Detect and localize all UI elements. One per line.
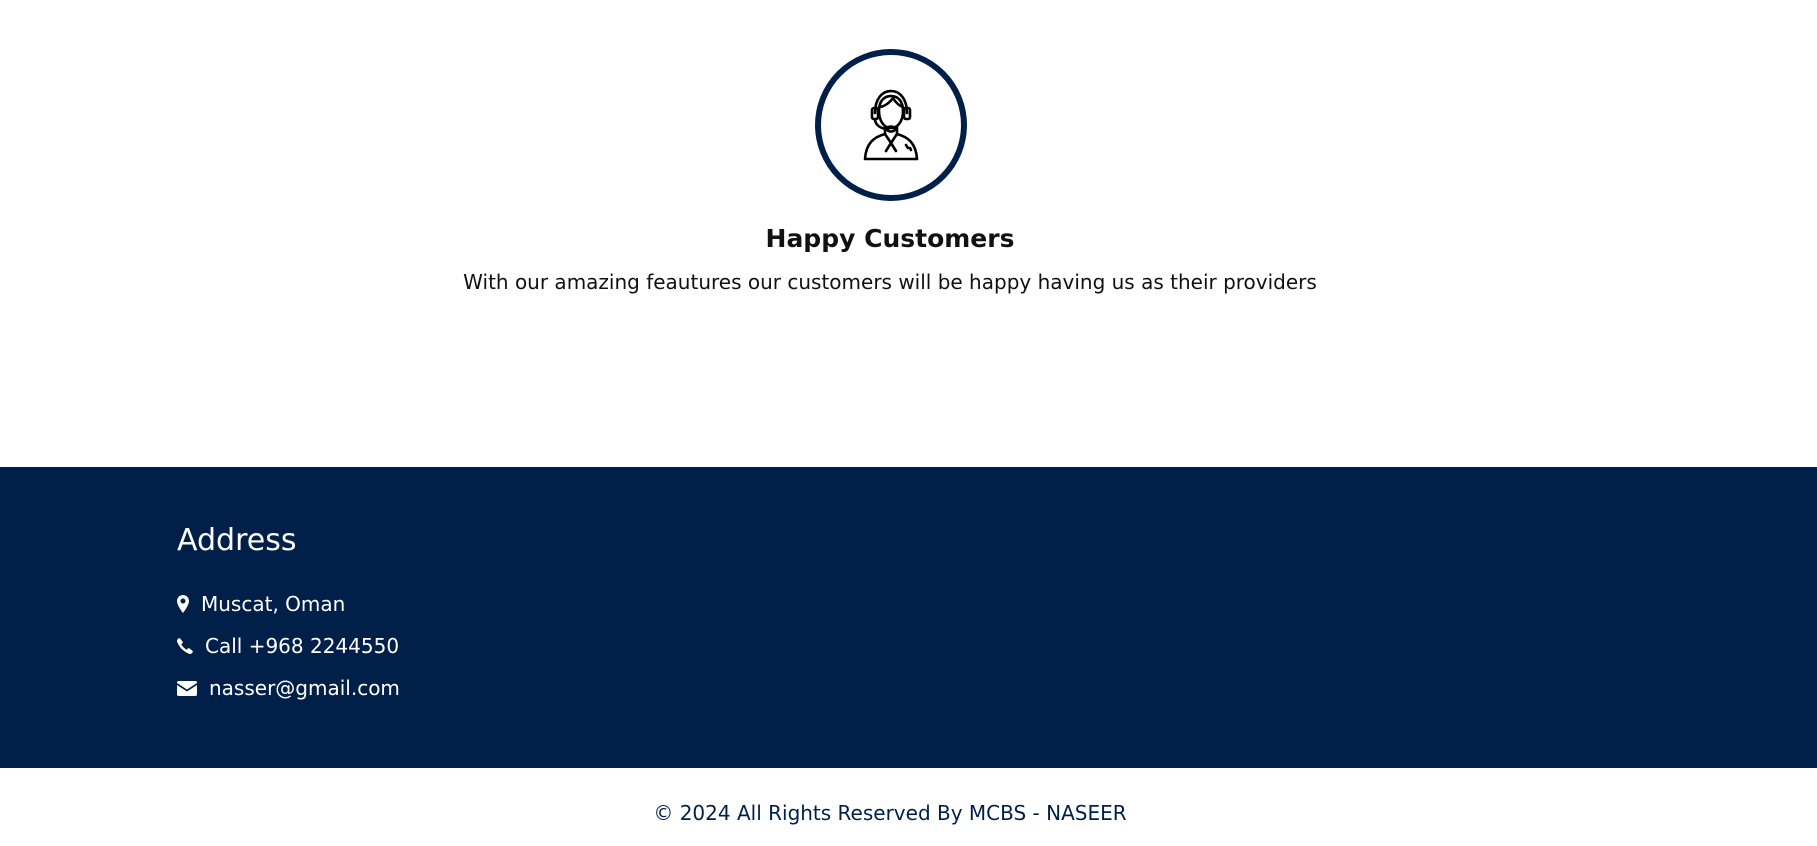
customer-support-agent-icon [863, 89, 919, 161]
contact-email[interactable]: nasser@gmail.com [177, 676, 400, 700]
contact-location-text: Muscat, Oman [201, 592, 346, 616]
footer-heading: Address [177, 523, 297, 558]
feature-section: Happy Customers With our amazing feautur… [0, 0, 1817, 467]
contact-email-text: nasser@gmail.com [209, 676, 400, 700]
copyright-text: © 2024 All Rights Reserved By MCBS - NAS… [653, 801, 1127, 825]
footer-info: Address Muscat, Oman Call +968 2244550 n… [0, 467, 1817, 768]
contact-phone-text: Call +968 2244550 [205, 634, 400, 658]
envelope-icon [177, 680, 197, 696]
feature-title: Happy Customers [765, 224, 1015, 253]
copyright-bar: © 2024 All Rights Reserved By MCBS - NAS… [0, 768, 1817, 846]
feature-description: With our amazing feautures our customers… [463, 270, 1317, 294]
contact-phone[interactable]: Call +968 2244550 [177, 634, 399, 658]
map-marker-icon [177, 595, 189, 613]
feature-icon-circle [815, 49, 967, 201]
phone-icon [177, 638, 193, 654]
contact-location[interactable]: Muscat, Oman [177, 592, 345, 616]
